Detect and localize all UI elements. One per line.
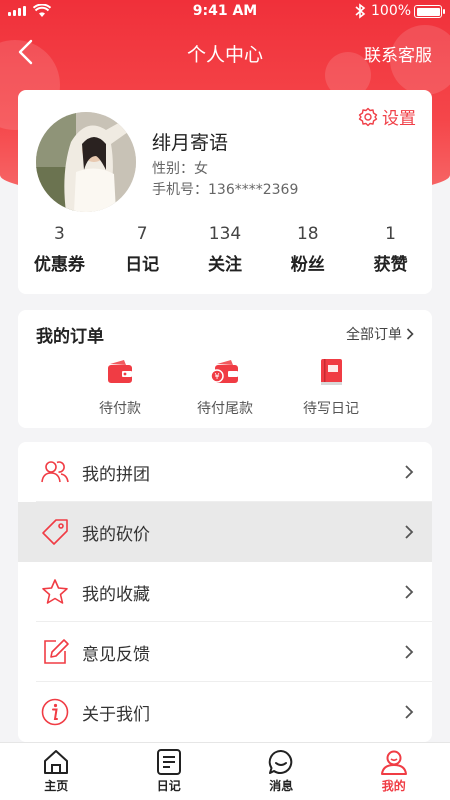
bluetooth-icon [355, 3, 366, 19]
menu-item-feedback[interactable]: 意见反馈 [18, 622, 432, 682]
menu-item-group-buy[interactable]: 我的拼团 [18, 442, 432, 502]
tab-mine[interactable]: 我的 [338, 743, 450, 800]
stat-value: 1 [385, 224, 396, 244]
orders-card: 我的订单 全部订单 待付款 ¥ 待付尾款 待写日记 [18, 310, 432, 428]
chevron-right-icon [405, 465, 414, 479]
tab-bar: 主页 日记 消息 我的 [0, 742, 450, 800]
message-icon [269, 749, 293, 774]
stat-label: 获赞 [373, 255, 408, 275]
chevron-right-icon [406, 328, 414, 340]
user-gender: 性别：女 [152, 161, 208, 177]
stat-coupons[interactable]: 3 优惠券 [18, 224, 101, 275]
profile-icon [380, 750, 407, 775]
menu-item-label: 我的收藏 [82, 584, 150, 605]
menu-item-bargain[interactable]: 我的砍价 [18, 502, 432, 562]
chevron-right-icon [405, 525, 414, 539]
home-icon [44, 750, 69, 774]
tab-messages[interactable]: 消息 [225, 743, 338, 800]
profile-stats: 3 优惠券 7 日记 134 关注 18 粉丝 1 获赞 [18, 224, 432, 275]
all-orders-label: 全部订单 [346, 327, 402, 343]
stat-value: 7 [136, 224, 148, 244]
user-phone: 手机号：136****2369 [152, 182, 299, 198]
stat-label: 优惠券 [33, 255, 85, 275]
diary-book-icon [321, 359, 342, 385]
gear-icon [358, 107, 378, 126]
stat-following[interactable]: 134 关注 [184, 224, 267, 275]
order-status-list: 待付款 ¥ 待付尾款 待写日记 [18, 356, 432, 418]
tab-label: 我的 [381, 779, 406, 793]
battery-percent: 100% [371, 3, 412, 19]
all-orders-link[interactable]: 全部订单 [346, 324, 414, 344]
svg-text:¥: ¥ [214, 372, 219, 381]
order-pending-balance[interactable]: ¥ 待付尾款 [170, 356, 280, 418]
edit-icon [44, 639, 69, 664]
stat-value: 18 [296, 224, 319, 244]
order-status-label: 待写日记 [303, 401, 359, 417]
avatar[interactable] [36, 112, 136, 212]
star-icon [42, 579, 68, 604]
tab-label: 消息 [269, 779, 294, 793]
order-status-label: 待付款 [99, 401, 141, 417]
price-tag-icon [42, 519, 68, 545]
stat-label: 关注 [207, 255, 242, 275]
order-pending-diary[interactable]: 待写日记 [276, 356, 386, 418]
orders-title: 我的订单 [36, 327, 104, 347]
chevron-right-icon [405, 705, 414, 719]
stat-value: 3 [53, 224, 65, 244]
menu-item-label: 我的拼团 [82, 464, 150, 485]
chevron-right-icon [405, 645, 414, 659]
stat-value: 134 [208, 224, 242, 244]
chevron-right-icon [405, 585, 414, 599]
profile-card: 绯月寄语 性别：女 手机号：136****2369 设置 3 优惠券 7 日记 … [18, 90, 432, 294]
contact-service-button[interactable]: 联系客服 [364, 41, 432, 66]
stat-followers[interactable]: 18 粉丝 [266, 224, 349, 275]
tab-diary[interactable]: 日记 [113, 743, 226, 800]
settings-label: 设置 [382, 109, 416, 129]
wallet-icon [108, 360, 132, 383]
tab-label: 日记 [156, 779, 181, 793]
info-icon [41, 698, 69, 726]
wallet-coin-icon: ¥ [210, 360, 238, 383]
status-bar: 9:41 AM 100% [0, 0, 450, 24]
order-status-label: 待付尾款 [197, 401, 253, 417]
stat-likes[interactable]: 1 获赞 [349, 224, 432, 275]
menu-list: 我的拼团 我的砍价 我的收藏 意见反馈 关于我们 [18, 442, 432, 742]
user-name: 绯月寄语 [152, 132, 229, 154]
group-users-icon [41, 461, 69, 483]
stat-label: 粉丝 [290, 255, 325, 275]
menu-item-label: 我的砍价 [82, 524, 150, 545]
tab-label: 主页 [44, 779, 69, 793]
battery-icon [414, 5, 445, 18]
stat-diaries[interactable]: 7 日记 [101, 224, 184, 275]
menu-item-label: 意见反馈 [82, 644, 150, 665]
menu-item-favorites[interactable]: 我的收藏 [18, 562, 432, 622]
tab-home[interactable]: 主页 [0, 743, 113, 800]
stat-label: 日记 [125, 255, 160, 275]
navigation-bar: 个人中心 联系客服 [0, 30, 450, 74]
settings-button[interactable]: 设置 [358, 104, 416, 129]
menu-item-about[interactable]: 关于我们 [18, 682, 432, 742]
order-pending-payment[interactable]: 待付款 [65, 356, 175, 418]
menu-item-label: 关于我们 [82, 704, 150, 725]
note-icon [156, 749, 181, 775]
